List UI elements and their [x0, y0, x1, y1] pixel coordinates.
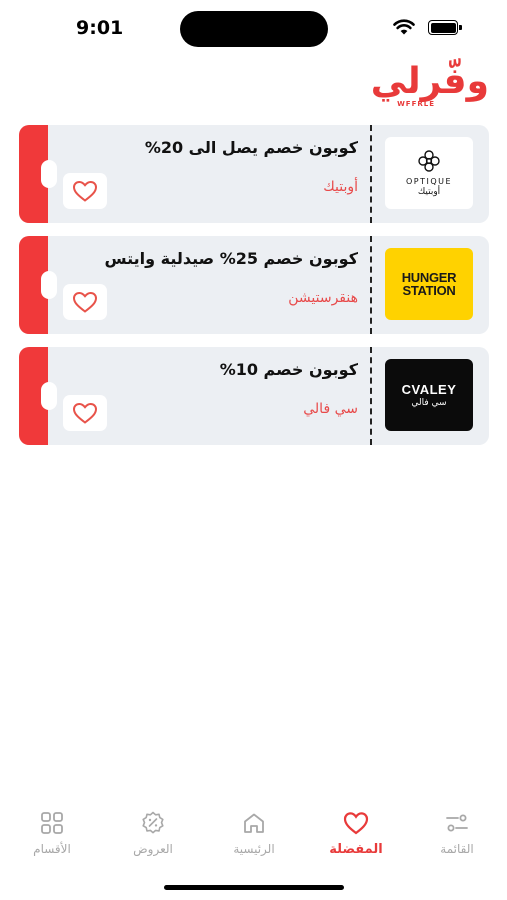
favorite-button[interactable] — [63, 173, 107, 209]
dynamic-island — [180, 11, 328, 47]
brand-logo-arabic: أوبتيك — [417, 187, 441, 197]
tab-home-label: الرئيسية — [233, 842, 275, 856]
coupon-notch — [41, 271, 57, 299]
favorite-button[interactable] — [63, 284, 107, 320]
home-icon — [244, 813, 264, 833]
coupon-notch — [41, 160, 57, 188]
battery-icon — [428, 20, 462, 35]
tab-favorites-label: المفضلة — [329, 842, 383, 857]
heart-icon — [72, 180, 98, 202]
brand-logo-hungerstation: HUNGER STATION — [385, 248, 473, 320]
tab-offers[interactable]: العروض — [103, 808, 203, 868]
coupon-title: كوبون خصم 10% — [219, 360, 358, 379]
coupon-notch — [41, 382, 57, 410]
coupon-divider — [370, 347, 372, 445]
heart-icon — [343, 812, 369, 835]
optique-flower-icon — [418, 150, 440, 172]
heart-icon — [72, 402, 98, 424]
brand-logo-optique: OPTIQUE أوبتيك — [385, 137, 473, 209]
coupon-card[interactable]: كوبون خصم 25% صيدلية وايتس هنقرستيشن HUN… — [19, 236, 489, 334]
app-logo: وفّرلي WFFRLE — [329, 62, 489, 112]
coupon-title: كوبون خصم 25% صيدلية وايتس — [104, 249, 358, 268]
menu-sliders-icon — [446, 814, 468, 832]
tab-favorites[interactable]: المفضلة — [306, 808, 406, 868]
brand-logo-text: CVALEY — [401, 382, 457, 397]
status-time: 9:01 — [76, 17, 124, 39]
tab-categories[interactable]: الأقسام — [2, 808, 102, 868]
tab-home[interactable]: الرئيسية — [204, 808, 304, 868]
coupon-card[interactable]: كوبون خصم يصل الى 20% أوبتيك OPTIQUE أوب… — [19, 125, 489, 223]
coupon-title: كوبون خصم يصل الى 20% — [144, 138, 358, 157]
brand-logo-text: OPTIQUE — [405, 177, 453, 186]
brand-logo-cvaley: CVALEY سي فالي — [385, 359, 473, 431]
coupon-list: كوبون خصم يصل الى 20% أوبتيك OPTIQUE أوب… — [19, 125, 489, 458]
coupon-brand[interactable]: أوبتيك — [323, 179, 358, 195]
coupon-divider — [370, 236, 372, 334]
home-indicator[interactable] — [164, 885, 344, 890]
coupon-divider — [370, 125, 372, 223]
favorite-button[interactable] — [63, 395, 107, 431]
app-logo-text: وفّرلي — [370, 61, 489, 102]
grid-icon — [41, 812, 63, 834]
status-bar: 9:01 — [0, 0, 507, 56]
coupon-brand[interactable]: هنقرستيشن — [288, 290, 358, 306]
tab-offers-label: العروض — [133, 842, 173, 856]
tab-menu[interactable]: القائمة — [407, 808, 507, 868]
brand-logo-arabic: سي فالي — [411, 398, 447, 408]
brand-logo-line2: STATION — [402, 283, 456, 298]
app-logo-subtext: WFFRLE — [397, 100, 435, 108]
discount-badge-icon — [142, 811, 164, 834]
tab-menu-label: القائمة — [440, 842, 474, 856]
bottom-tab-bar: القائمة المفضلة الرئيسية العروض الأقسام — [0, 808, 507, 872]
heart-icon — [72, 291, 98, 313]
wifi-icon — [393, 19, 415, 35]
coupon-brand[interactable]: سي فالي — [303, 401, 358, 417]
coupon-card[interactable]: كوبون خصم 10% سي فالي CVALEY سي فالي — [19, 347, 489, 445]
tab-categories-label: الأقسام — [33, 842, 71, 856]
